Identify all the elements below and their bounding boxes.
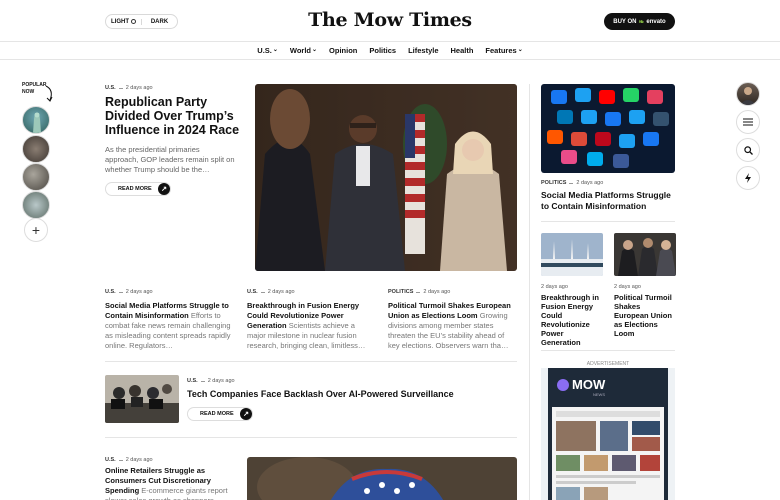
plus-icon[interactable]: + (24, 218, 48, 242)
buy-label: BUY ON (613, 18, 637, 25)
search-icon[interactable] (736, 138, 760, 162)
popular-story-avatar[interactable] (22, 135, 50, 163)
tech-read-more-button[interactable]: READ MORE ↗ (187, 407, 253, 421)
ad-label: ADVERTISEMENT (586, 361, 630, 367)
hero-read-more-button[interactable]: READ MORE ↗ (105, 182, 171, 196)
nav-item-opinion[interactable]: Opinion (323, 42, 363, 59)
popular-now-label: POPULAR NOW (22, 82, 47, 95)
hero-image[interactable] (255, 84, 517, 271)
ad-sub: NEWS (593, 392, 605, 397)
story-meta: U.S. 2 days ago (247, 289, 295, 295)
mini-story-image[interactable] (541, 233, 603, 276)
buy-brand: envato (646, 18, 666, 25)
story-meta: U.S. 2 days ago (105, 289, 153, 295)
nav-item-us[interactable]: U.S. ⌄ (251, 42, 284, 59)
feature-title[interactable]: Social Media Platforms Struggle to Conta… (541, 190, 677, 212)
nav-item-world[interactable]: World ⌄ (284, 42, 323, 59)
chevron-down-icon: ⌄ (312, 47, 318, 53)
retail-story-image[interactable] (247, 457, 517, 500)
story-meta: POLITICS 2 days ago (388, 289, 451, 295)
story-card[interactable]: POLITICS 2 days ago Political Turmoil Sha… (388, 289, 516, 351)
ad-logo: MOW (557, 377, 605, 392)
dash-icon (200, 380, 205, 382)
mini-story-title[interactable]: Breakthrough in Fusion Energy Could Revo… (541, 293, 603, 347)
lightning-icon[interactable] (736, 166, 760, 190)
retail-meta: U.S. 2 days ago (105, 457, 153, 463)
mow-logo-icon (557, 378, 569, 391)
ad-screenshot (552, 407, 664, 500)
popular-story-avatar[interactable] (22, 163, 50, 191)
story-card[interactable]: U.S. 2 days ago Breakthrough in Fusion En… (247, 289, 375, 351)
dash-icon (260, 291, 265, 293)
mini-meta: 2 days ago (614, 284, 641, 290)
story-title[interactable]: Breakthrough in Fusion Energy Could Revo… (247, 301, 375, 351)
dash-icon (118, 87, 123, 89)
menu-icon[interactable] (736, 110, 760, 134)
arrow-up-right-icon: ↗ (158, 183, 170, 195)
hero-meta: U.S. 2 days ago (105, 85, 153, 91)
tech-story-image[interactable] (105, 375, 179, 423)
nav-item-features[interactable]: Features ⌄ (479, 42, 528, 59)
dash-icon (118, 459, 123, 461)
tech-story-title[interactable]: Tech Companies Face Backlash Over AI-Pow… (187, 389, 454, 399)
divider (541, 221, 675, 222)
top-bar: LIGHT DARK The Mow Times BUY ON ❧ envato (0, 0, 780, 42)
feature-meta: POLITICS 2 days ago (541, 180, 604, 186)
curved-arrow-icon (45, 85, 53, 102)
dash-icon (118, 291, 123, 293)
social-media-image[interactable] (541, 84, 675, 173)
retail-story-title[interactable]: Online Retailers Struggle as Consumers C… (105, 466, 233, 500)
story-title[interactable]: Political Turmoil Shakes European Union … (388, 301, 516, 351)
hero-excerpt: As the presidential primaries approach, … (105, 145, 235, 174)
divider (105, 361, 517, 362)
popular-story-avatar[interactable] (22, 106, 50, 134)
dash-icon (416, 291, 421, 293)
hero-title[interactable]: Republican Party Divided Over Trump’s In… (105, 95, 247, 137)
hero-date: 2 days ago (125, 85, 153, 91)
nav-item-health[interactable]: Health (445, 42, 480, 59)
mini-story-title[interactable]: Political Turmoil Shakes European Union … (614, 293, 676, 338)
main-nav: U.S. ⌄ World ⌄ Opinion Politics Lifestyle … (0, 42, 780, 60)
mini-meta: 2 days ago (541, 284, 568, 290)
column-divider (529, 84, 530, 500)
envato-leaf-icon: ❧ (638, 18, 645, 26)
divider (105, 437, 517, 438)
buy-button[interactable]: BUY ON ❧ envato (604, 13, 675, 30)
nav-item-lifestyle[interactable]: Lifestyle (402, 42, 444, 59)
tech-meta: U.S. 2 days ago (187, 378, 235, 384)
user-avatar[interactable] (736, 82, 760, 106)
story-card[interactable]: U.S. 2 days ago Social Media Platforms St… (105, 289, 233, 351)
popular-story-avatar[interactable] (22, 191, 50, 219)
arrow-up-right-icon: ↗ (240, 408, 252, 420)
divider (541, 350, 675, 351)
chevron-down-icon: ⌄ (272, 47, 278, 53)
chevron-down-icon: ⌄ (517, 47, 523, 53)
hero-category[interactable]: U.S. (105, 85, 116, 91)
mini-story-image[interactable] (614, 233, 676, 276)
nav-item-politics[interactable]: Politics (363, 42, 402, 59)
dash-icon (569, 182, 574, 184)
story-title[interactable]: Social Media Platforms Struggle to Conta… (105, 301, 233, 351)
